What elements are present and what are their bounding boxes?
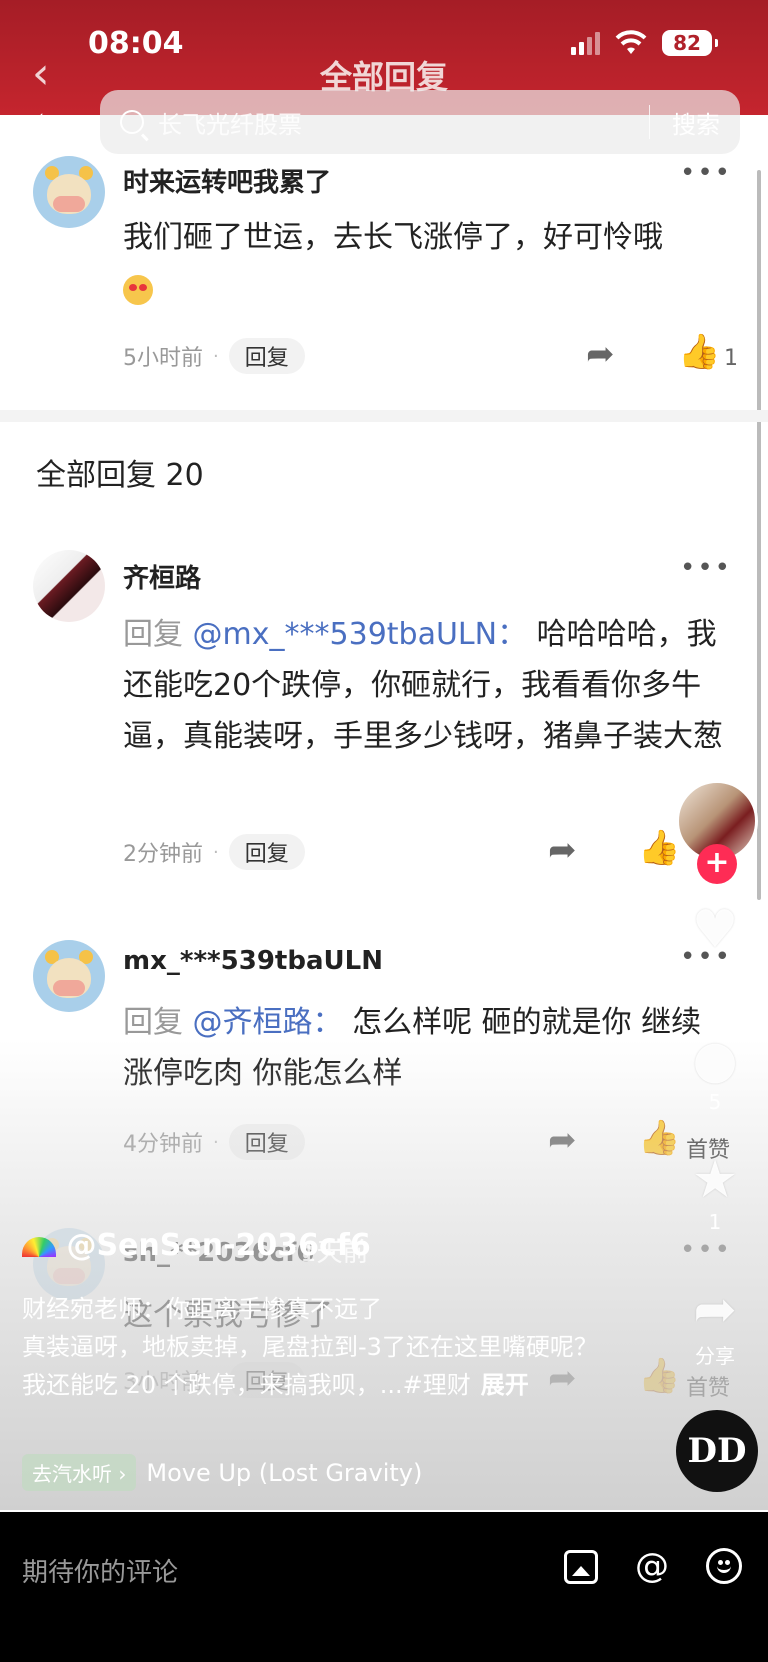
like-count: 1 [724, 346, 738, 371]
reply-prefix: 回复 [123, 1005, 183, 1040]
search-bar[interactable]: 长飞光纤股票 搜索 [100, 90, 740, 154]
rainbow-icon [22, 1236, 56, 1257]
meta-dot: · [213, 345, 219, 367]
video-overlay-fade [0, 1040, 768, 1510]
video-desc-line3-text: 我还能吃 20 个跌停，来搞我呗，...#理财 [22, 1371, 471, 1399]
video-desc-line2: 真装逼呀，地板卖掉，尾盘拉到-3了还在这里嘴硬呢？ [22, 1333, 598, 1361]
like-count: 12 [702, 960, 728, 984]
share-icon[interactable]: ➦ [548, 1120, 577, 1160]
share-icon[interactable]: ➦ [586, 334, 615, 374]
status-icons: 82 [571, 30, 718, 56]
emoji-icon[interactable] [706, 1548, 742, 1584]
comment-action[interactable]: ● 5 [680, 1030, 750, 1114]
search-divider [649, 105, 650, 139]
reply-author[interactable]: mx_***539tbaULN [123, 946, 383, 976]
reply-meta: 2分钟前 · 回复 [123, 834, 305, 870]
video-time: 1天前 [300, 1238, 369, 1268]
share-icon[interactable]: ➦ [548, 830, 577, 870]
avatar[interactable] [33, 156, 105, 228]
favorite-count: 1 [708, 1210, 722, 1234]
like-icon[interactable]: 👍 [638, 1118, 680, 1158]
video-desc-line1: 财经宛老师：你距离手惨真不远了 [22, 1295, 382, 1323]
reply-text: 回复 @齐桓路： 怎么样呢 砸的就是你 继续涨停吃肉 你能怎么样 [123, 997, 723, 1099]
follow-plus-icon[interactable]: + [697, 844, 737, 884]
share-label: 分享 [695, 1344, 735, 1368]
search-input[interactable]: 长飞光纤股票 [158, 105, 649, 140]
comment-input-bar: 期待你的评论 @ [0, 1512, 768, 1662]
search-icon [120, 110, 144, 134]
like-icon[interactable]: 👍 [638, 828, 680, 868]
like-action[interactable]: ♥ 12 [680, 900, 750, 984]
heart-eyes-emoji-icon [123, 274, 153, 305]
comment-count: 5 [708, 1090, 722, 1114]
star-icon: ★ [691, 1150, 739, 1210]
comment-bubble-icon: ● [692, 1030, 738, 1090]
reply-prefix: 回复 [123, 617, 183, 652]
reply-button[interactable]: 回复 [228, 338, 305, 374]
comment-time: 5小时前 [123, 346, 203, 371]
mention-link[interactable]: @齐桓路： [193, 1005, 343, 1040]
reply-button[interactable]: 回复 [228, 834, 305, 870]
more-options-icon[interactable]: ••• [680, 158, 732, 188]
mention-link[interactable]: @mx_***539tbaULN： [193, 617, 528, 652]
video-desc-line3: 我还能吃 20 个跌停，来搞我呗，...#理财 展开 [22, 1366, 622, 1404]
section-title: 全部回复 20 [36, 458, 204, 493]
comment-text: 我们砸了世运，去长飞涨停了，好可怜哦 [123, 212, 723, 314]
comment-author[interactable]: 时来运转吧我累了 [123, 162, 331, 199]
favorite-action[interactable]: ★ 1 [680, 1150, 750, 1234]
avatar[interactable] [33, 940, 105, 1012]
comment-text-content: 我们砸了世运，去长飞涨停了，好可怜哦 [123, 220, 663, 255]
reply-meta: 4分钟前 · 回复 [123, 1124, 305, 1160]
status-time: 08:04 [88, 26, 184, 61]
more-options-icon[interactable]: ••• [680, 553, 732, 583]
share-arrow-icon: ➦ [693, 1280, 737, 1340]
image-icon[interactable] [564, 1550, 598, 1584]
search-row: ‹ 长飞光纤股票 搜索 [0, 90, 768, 160]
expand-button[interactable]: 展开 [481, 1371, 529, 1399]
reply-author[interactable]: 齐桓路 [123, 558, 201, 595]
heart-icon: ♥ [691, 900, 739, 960]
comment-input[interactable]: 期待你的评论 [22, 1552, 178, 1589]
section-divider [0, 410, 768, 422]
avatar[interactable] [33, 550, 105, 622]
more-options-icon[interactable]: ••• [680, 1235, 732, 1265]
reply-time: 2分钟前 [123, 842, 203, 867]
signal-icon [571, 31, 600, 55]
like-icon[interactable]: 👍 [638, 1356, 680, 1396]
share-action[interactable]: ➦ 分享 [680, 1280, 750, 1369]
music-title[interactable]: Move Up (Lost Gravity) [146, 1459, 422, 1487]
at-mention-icon[interactable]: @ [632, 1546, 672, 1586]
back-icon[interactable]: ‹ [30, 98, 46, 144]
battery-indicator: 82 [662, 30, 718, 56]
meta-dot: · [213, 1131, 219, 1153]
search-button[interactable]: 搜索 [672, 105, 720, 140]
like-icon[interactable]: 👍 [678, 332, 720, 372]
music-disc-icon[interactable]: DD [676, 1410, 758, 1492]
music-row[interactable]: 去汽水听 › Move Up (Lost Gravity) [22, 1454, 422, 1491]
first-like-label[interactable]: 首赞 [686, 1370, 730, 1402]
comment-meta: 5小时前 · 回复 [123, 338, 305, 374]
music-app-tag[interactable]: 去汽水听 › [22, 1454, 137, 1491]
meta-dot: · [213, 841, 219, 863]
reply-text: 回复 @mx_***539tbaULN： 哈哈哈哈，我还能吃20个跌停，你砸就行… [123, 609, 723, 762]
reply-time: 4分钟前 [123, 1132, 203, 1157]
wifi-icon [615, 30, 647, 54]
video-description[interactable]: 财经宛老师：你距离手惨真不远了 真装逼呀，地板卖掉，尾盘拉到-3了还在这里嘴硬呢… [22, 1290, 622, 1404]
scrollbar[interactable] [757, 170, 761, 900]
reply-button[interactable]: 回复 [228, 1124, 305, 1160]
